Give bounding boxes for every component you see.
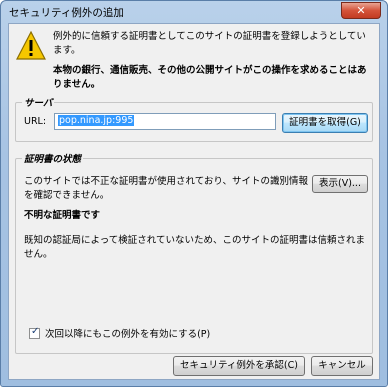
warning-icon	[16, 30, 46, 60]
get-certificate-button[interactable]: 証明書を取得(G)	[282, 113, 368, 133]
permanent-exception-label: 次回以降にもこの例外を有効にする(P)	[45, 329, 211, 340]
status-text: このサイトでは不正な証明書が使用されており、サイトの識別情報を確認できません。	[24, 176, 309, 201]
title-bar[interactable]: セキュリティ例外の追加 ✕	[1, 1, 387, 23]
warning-message-bold: 本物の銀行、通信販売、その他の公開サイトがこの操作を求めることはありません。	[53, 65, 367, 90]
server-group-label: サーバ	[22, 95, 55, 109]
view-certificate-button[interactable]: 表示(V)...	[312, 175, 368, 193]
status-group-label: 証明書の状態	[22, 151, 84, 165]
cancel-button[interactable]: キャンセル	[311, 356, 373, 376]
dialog-body: 例外的に信頼する証明書としてこのサイトの証明書を登録しようとしています。 本物の…	[8, 23, 380, 380]
url-input[interactable]: pop.nina.jp:995	[54, 113, 276, 130]
permanent-exception-checkbox[interactable]	[29, 326, 40, 339]
dialog-window: セキュリティ例外の追加 ✕ 例外的に信頼する証明書としてこのサイトの証明書を登録…	[0, 0, 388, 387]
status-detail: 既知の認証局によって検証されていないため、このサイトの証明書は信頼されません。	[24, 235, 365, 260]
url-label: URL:	[24, 116, 47, 127]
warning-message: 例外的に信頼する証明書としてこのサイトの証明書を登録しようとしています。	[53, 31, 366, 56]
window-title: セキュリティ例外の追加	[9, 7, 124, 19]
close-button[interactable]: ✕	[341, 2, 381, 19]
certificate-status-group: 証明書の状態 このサイトでは不正な証明書が使用されており、サイトの識別情報を確認…	[15, 151, 373, 354]
url-value: pop.nina.jp:995	[58, 115, 135, 126]
permanent-exception-option[interactable]: 次回以降にもこの例外を有効にする(P)	[29, 326, 210, 340]
status-heading: 不明な証明書です	[24, 210, 101, 221]
confirm-exception-button[interactable]: セキュリティ例外を承認(C)	[173, 356, 305, 376]
server-group: サーバ URL: pop.nina.jp:995 証明書を取得(G)	[15, 95, 373, 142]
